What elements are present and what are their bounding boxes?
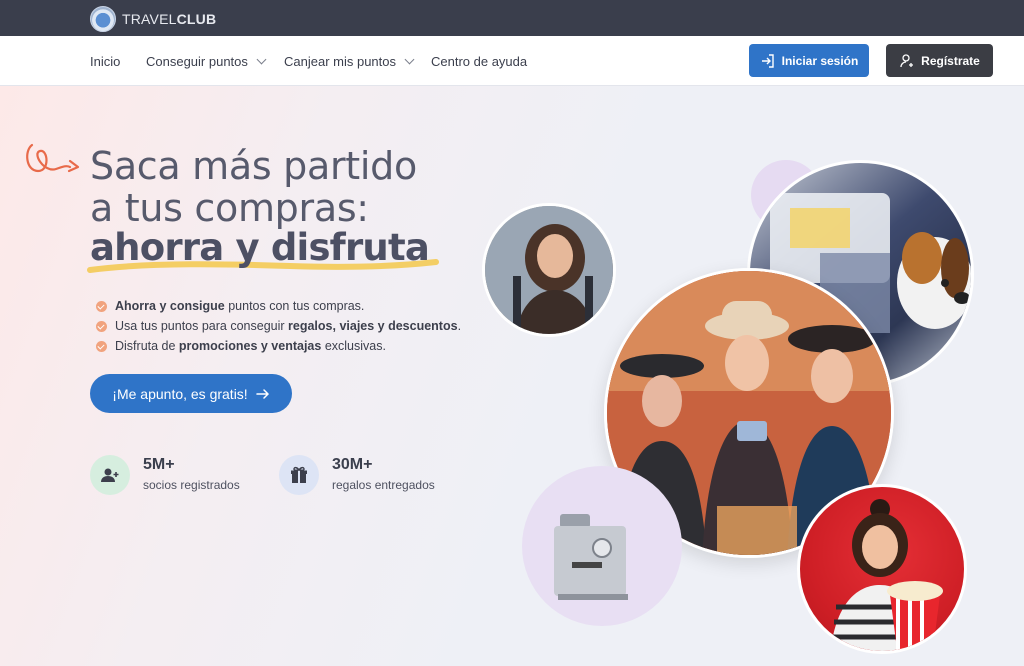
stat-gifts-number: 30M+ [332,456,373,473]
login-icon [761,53,774,68]
list-item: Disfruta de promociones y ventajas exclu… [96,336,461,356]
brand-logo-link[interactable]: TRAVELCLUB [90,6,216,32]
hero-title-line-3: ahorra y disfruta [90,226,430,269]
benefit-text: Disfruta de promociones y ventajas exclu… [115,339,386,353]
nav-item-inicio[interactable]: Inicio [90,54,120,69]
nav-item-canjear-puntos[interactable]: Canjear mis puntos [284,54,415,69]
arrow-right-icon [255,388,269,399]
popcorn-girl-photo [797,484,967,654]
list-item: Usa tus puntos para conseguir regalos, v… [96,316,461,336]
add-user-icon [900,53,914,67]
popcorn-girl-illustration [830,499,943,651]
woman-ride-photo [482,203,616,337]
list-item: Ahorra y consigue puntos con tus compras… [96,296,461,316]
register-label: Regístrate [921,53,980,68]
chevron-down-icon [404,54,415,65]
signup-cta-button[interactable]: ¡Me apunto, es gratis! [90,374,292,413]
coffee-machine-photo [522,466,682,626]
user-add-icon [101,468,119,482]
brand-bar: TRAVELCLUB [0,0,1024,36]
register-button[interactable]: Regístrate [886,44,993,77]
hero-title-line-1: Saca más partido [90,144,417,188]
login-button[interactable]: Iniciar sesión [749,44,869,77]
gifts-stat-icon-wrap [279,455,319,495]
gift-icon [291,466,307,483]
nav-item-centro-ayuda[interactable]: Centro de ayuda [431,54,527,69]
nav-item-conseguir-puntos[interactable]: Conseguir puntos [146,54,267,69]
brand-name: TRAVELCLUB [122,11,217,27]
users-stat-icon-wrap [90,455,130,495]
login-label: Iniciar sesión [781,53,859,68]
stat-members-number: 5M+ [143,456,175,473]
travelclub-logo-icon [90,6,116,32]
stat-members-label: socios registrados [143,478,240,492]
benefit-text: Ahorra y consigue puntos con tus compras… [115,299,365,313]
benefit-list: Ahorra y consigue puntos con tus compras… [96,296,461,356]
chevron-down-icon [256,54,267,65]
hero-title-line-2: a tus compras: [90,186,369,230]
stat-gifts-label: regalos entregados [332,478,435,492]
woman-illustration [485,206,613,334]
cta-label: ¡Me apunto, es gratis! [112,385,248,402]
swirl-arrow-icon [26,143,80,173]
check-icon [96,340,107,352]
coffee-machine-illustration [554,514,628,600]
benefit-text: Usa tus puntos para conseguir regalos, v… [115,319,462,333]
check-icon [96,300,107,312]
main-nav: Inicio Conseguir puntos Canjear mis punt… [0,36,1024,86]
check-icon [96,320,107,332]
